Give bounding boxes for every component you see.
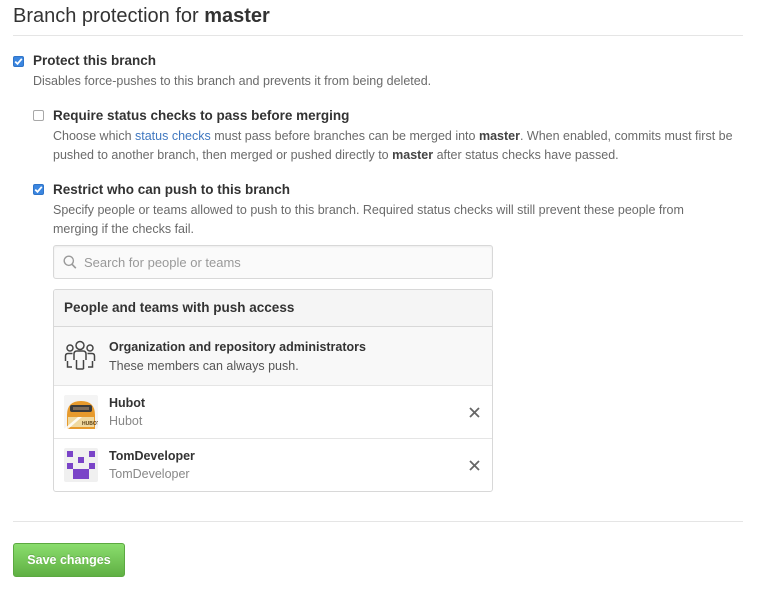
remove-hubot-button[interactable] bbox=[466, 404, 482, 420]
push-access-list: People and teams with push access Organi… bbox=[53, 289, 493, 492]
organization-icon bbox=[64, 338, 96, 373]
status-checks-desc-text-2: must pass before branches can be merged … bbox=[214, 129, 476, 143]
header-divider bbox=[13, 35, 743, 36]
save-changes-button[interactable]: Save changes bbox=[13, 543, 125, 577]
hubot-avatar: HUBOT bbox=[64, 395, 100, 432]
close-icon bbox=[468, 459, 480, 471]
user-login: TomDeveloper bbox=[109, 467, 190, 481]
protect-branch-checkbox[interactable] bbox=[13, 56, 24, 67]
restrict-push-description: Specify people or teams allowed to push … bbox=[53, 203, 684, 236]
status-checks-link[interactable]: status checks bbox=[135, 129, 211, 143]
people-search-input[interactable] bbox=[82, 246, 482, 278]
user-name: TomDeveloper bbox=[109, 449, 195, 463]
list-item-admins: Organization and repository administrato… bbox=[54, 327, 492, 386]
people-search-box bbox=[53, 245, 493, 279]
status-checks-desc-text-4: after status checks have passed. bbox=[436, 148, 619, 162]
identicon-avatar bbox=[64, 448, 98, 485]
protect-branch-description: Disables force-pushes to this branch and… bbox=[33, 74, 432, 88]
user-name: Hubot bbox=[109, 396, 146, 410]
status-checks-branch-1: master bbox=[478, 129, 520, 143]
checkmark-icon bbox=[14, 58, 23, 66]
close-icon bbox=[468, 406, 480, 418]
page-title-prefix: Branch protection for bbox=[13, 5, 199, 27]
status-checks-branch-2: master bbox=[392, 148, 434, 162]
list-item-user-hubot: HUBOT Hubot Hubot bbox=[54, 386, 492, 439]
status-checks-desc-text-1: Choose which bbox=[53, 129, 132, 143]
svg-text:HUBOT: HUBOT bbox=[82, 421, 98, 427]
push-access-header: People and teams with push access bbox=[54, 290, 492, 327]
protect-branch-label[interactable]: Protect this branch bbox=[33, 53, 156, 68]
page-title: Branch protection for master bbox=[13, 2, 270, 30]
list-item-user-tomdeveloper: TomDeveloper TomDeveloper bbox=[54, 439, 492, 491]
search-icon bbox=[63, 255, 77, 273]
footer-divider bbox=[13, 521, 743, 522]
restrict-push-checkbox[interactable] bbox=[33, 184, 44, 195]
restrict-push-label[interactable]: Restrict who can push to this branch bbox=[53, 182, 290, 197]
user-login: Hubot bbox=[109, 414, 143, 428]
remove-tomdeveloper-button[interactable] bbox=[466, 457, 482, 473]
admins-name: Organization and repository administrato… bbox=[109, 340, 366, 354]
status-checks-label[interactable]: Require status checks to pass before mer… bbox=[53, 108, 349, 123]
admins-note: These members can always push. bbox=[109, 359, 299, 373]
checkmark-icon bbox=[34, 186, 43, 194]
page-title-branch: master bbox=[204, 5, 270, 27]
status-checks-checkbox[interactable] bbox=[33, 110, 44, 121]
status-checks-description: Choose which status checks must pass bef… bbox=[53, 127, 748, 165]
